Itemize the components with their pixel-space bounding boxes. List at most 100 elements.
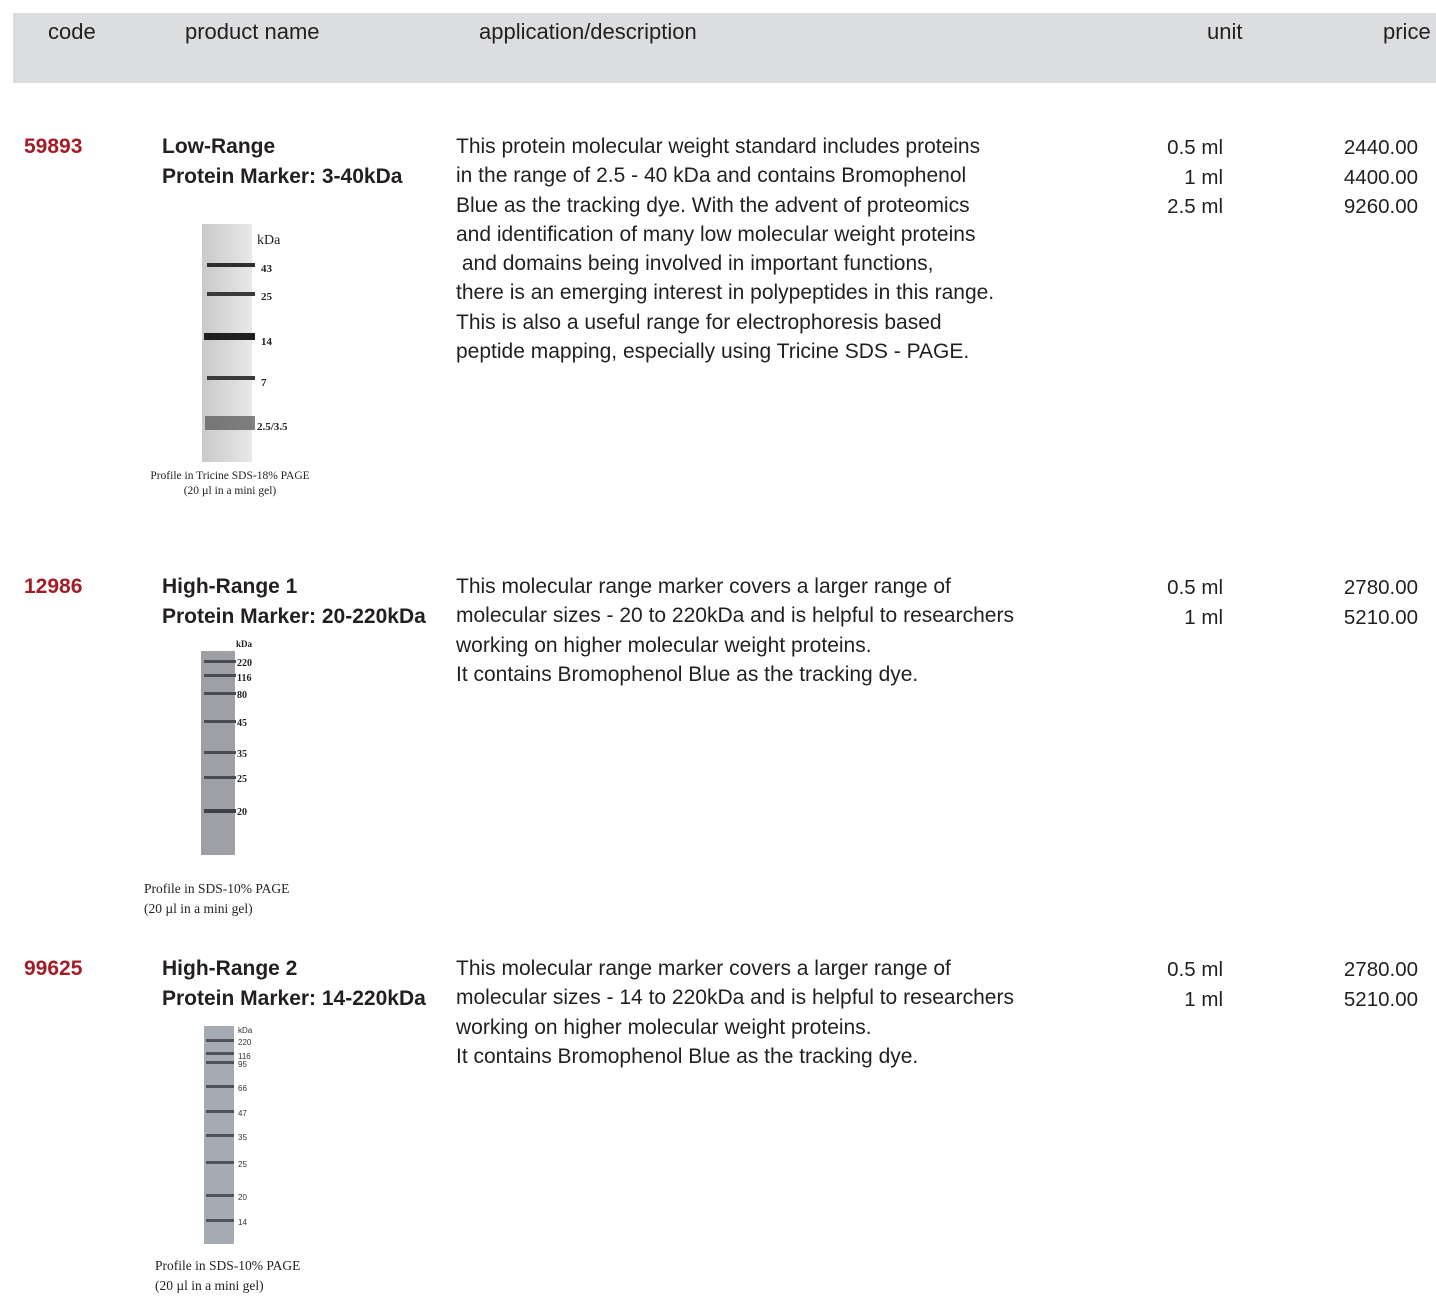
description-line: and domains being involved in important … <box>456 252 934 276</box>
product-description: This protein molecular weight standard i… <box>456 132 994 366</box>
unit-value: 0.5 ml <box>1167 136 1223 159</box>
gel-band-label: 45 <box>237 718 247 729</box>
description-line: molecular sizes - 14 to 220kDa and is he… <box>456 986 1014 1010</box>
gel-band-label: 220 <box>237 658 252 669</box>
description-line: working on higher molecular weight prote… <box>456 1015 872 1039</box>
gel-band-label: 35 <box>237 749 247 760</box>
description-line: It contains Bromophenol Blue as the trac… <box>456 1044 919 1068</box>
description-line: peptide mapping, especially using Tricin… <box>456 340 970 364</box>
product-name: Low-Range Protein Marker: 3-40kDa <box>162 132 402 192</box>
product-name-line2: Protein Marker: 14-220kDa <box>162 987 426 1010</box>
product-code: 99625 <box>24 957 83 980</box>
header-product-name: product name <box>185 19 320 44</box>
gel-band-label: 2.5/3.5 <box>257 421 288 433</box>
gel-band-label: 80 <box>237 690 247 701</box>
header-unit: unit <box>1207 19 1243 44</box>
gel-band-label: 116 <box>237 673 251 684</box>
gel-caption-line1: Profile in Tricine SDS-18% PAGE <box>150 470 310 482</box>
product-name-line1: Low-Range <box>162 135 276 158</box>
gel-band <box>204 660 236 663</box>
gel-caption-line1: Profile in SDS-10% PAGE <box>144 881 290 896</box>
gel-band-label: 47 <box>238 1109 247 1118</box>
gel-band-label: 25 <box>237 774 247 785</box>
product-name-line1: High-Range 1 <box>162 575 298 598</box>
description-line: This molecular range marker covers a lar… <box>456 575 951 598</box>
gel-caption: Profile in SDS-10% PAGE (20 µl in a mini… <box>144 879 289 919</box>
unit-value: 1 ml <box>1184 987 1223 1011</box>
gel-band-label: 20 <box>237 807 247 818</box>
description-line: This molecular range marker covers a lar… <box>456 957 951 980</box>
gel-band-label: 25 <box>261 291 273 303</box>
gel-band <box>206 1219 234 1222</box>
gel-band-label: 14 <box>238 1218 247 1227</box>
gel-caption: Profile in SDS-10% PAGE (20 µl in a mini… <box>155 1256 300 1296</box>
gel-unit-label: kDa <box>238 1026 253 1035</box>
product-code: 12986 <box>24 575 83 598</box>
gel-caption-line2: (20 µl in a mini gel) <box>144 901 253 916</box>
gel-band <box>206 1110 234 1113</box>
gel-band-label: 7 <box>261 377 267 389</box>
product-code: 59893 <box>24 135 83 158</box>
unit-value: 1 ml <box>1184 605 1223 629</box>
price-value: 9260.00 <box>1343 195 1418 219</box>
gel-band <box>207 376 255 380</box>
product-name: High-Range 1 Protein Marker: 20-220kDa <box>162 572 426 632</box>
product-name-line2: Protein Marker: 3-40kDa <box>162 165 403 188</box>
gel-band <box>206 1194 234 1197</box>
price-value: 2440.00 <box>1343 136 1418 159</box>
gel-band <box>204 720 236 723</box>
description-line: working on higher molecular weight prote… <box>456 633 872 657</box>
gel-band <box>206 1161 234 1164</box>
price-list: 2780.00 5210.00 <box>1290 955 1418 1014</box>
gel-band <box>207 292 255 296</box>
gel-band-label: 20 <box>238 1193 247 1202</box>
gel-band <box>206 1061 234 1064</box>
gel-band-label: 25 <box>238 1160 247 1169</box>
gel-band <box>205 416 255 430</box>
gel-unit-label: kDa <box>236 639 253 649</box>
unit-value: 1 ml <box>1184 165 1223 189</box>
price-value: 5210.00 <box>1343 605 1418 629</box>
product-description: This molecular range marker covers a lar… <box>456 954 1014 1071</box>
description-line: there is an emerging interest in polypep… <box>456 281 995 305</box>
gel-band <box>204 751 236 754</box>
product-name-line1: High-Range 2 <box>162 957 298 980</box>
gel-band <box>206 1085 234 1088</box>
gel-band <box>204 692 236 695</box>
product-description: This molecular range marker covers a lar… <box>456 572 1014 689</box>
product-name-line2: Protein Marker: 20-220kDa <box>162 605 426 628</box>
gel-caption-line2: (20 µl in a mini gel) <box>183 485 277 497</box>
gel-image: kDa 220 116 80 45 35 25 20 <box>201 639 253 855</box>
description-line: It contains Bromophenol Blue as the trac… <box>456 662 919 686</box>
gel-band <box>206 1039 234 1042</box>
gel-band <box>206 1052 234 1055</box>
product-name: High-Range 2 Protein Marker: 14-220kDa <box>162 954 426 1014</box>
description-line: molecular sizes - 20 to 220kDa and is he… <box>456 604 1014 628</box>
gel-caption: Profile in Tricine SDS-18% PAGE (20 µl i… <box>130 469 330 499</box>
header-description: application/description <box>479 19 697 44</box>
gel-image: kDa 220 116 95 66 47 35 25 20 14 <box>204 1026 253 1244</box>
gel-band-label: 43 <box>261 263 273 275</box>
gel-band-label: 66 <box>238 1084 247 1093</box>
description-line: Blue as the tracking dye. With the adven… <box>456 193 970 217</box>
unit-value: 0.5 ml <box>1167 958 1223 981</box>
description-line: and identification of many low molecular… <box>456 222 976 246</box>
price-value: 5210.00 <box>1343 987 1418 1011</box>
gel-band <box>204 809 236 813</box>
price-list: 2440.00 4400.00 9260.00 <box>1290 133 1418 222</box>
gel-caption-line1: Profile in SDS-10% PAGE <box>155 1258 301 1273</box>
header-price: price <box>1383 19 1431 44</box>
price-value: 2780.00 <box>1343 958 1418 981</box>
unit-value: 2.5 ml <box>1167 195 1223 219</box>
gel-band-label: 14 <box>261 336 273 348</box>
gel-band-label: 95 <box>238 1060 247 1069</box>
unit-list: 0.5 ml 1 ml <box>1120 955 1223 1014</box>
price-list: 2780.00 5210.00 <box>1290 573 1418 632</box>
gel-image: kDa 43 25 14 7 2.5/3.5 <box>202 224 288 462</box>
gel-band <box>204 674 236 677</box>
price-value: 2780.00 <box>1343 576 1418 599</box>
unit-value: 0.5 ml <box>1167 576 1223 599</box>
gel-band <box>204 776 236 779</box>
gel-band-label: 220 <box>238 1038 252 1047</box>
description-line: This protein molecular weight standard i… <box>456 135 981 158</box>
